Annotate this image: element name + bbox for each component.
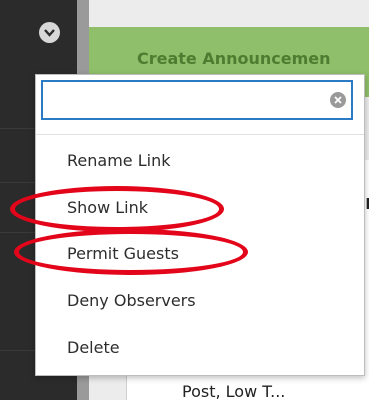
create-announcement-label: Create Announcemen bbox=[137, 49, 331, 68]
menu-item-delete[interactable]: Delete bbox=[67, 334, 120, 362]
clear-icon[interactable] bbox=[330, 92, 346, 108]
partial-heading: r bbox=[365, 190, 369, 214]
menu-item-rename-link[interactable]: Rename Link bbox=[67, 147, 170, 175]
menu-item-permit-guests[interactable]: Permit Guests bbox=[67, 240, 179, 268]
chevron-down-icon[interactable] bbox=[39, 22, 60, 43]
context-menu: Rename Link Show Link Permit Guests Deny… bbox=[35, 74, 365, 376]
content-bottom-text: Post, Low T... bbox=[182, 382, 286, 401]
menu-item-show-link[interactable]: Show Link bbox=[67, 194, 148, 222]
menu-divider bbox=[36, 134, 364, 135]
menu-item-deny-observers[interactable]: Deny Observers bbox=[67, 287, 196, 315]
menu-search bbox=[41, 80, 353, 120]
menu-search-input[interactable] bbox=[47, 86, 321, 116]
